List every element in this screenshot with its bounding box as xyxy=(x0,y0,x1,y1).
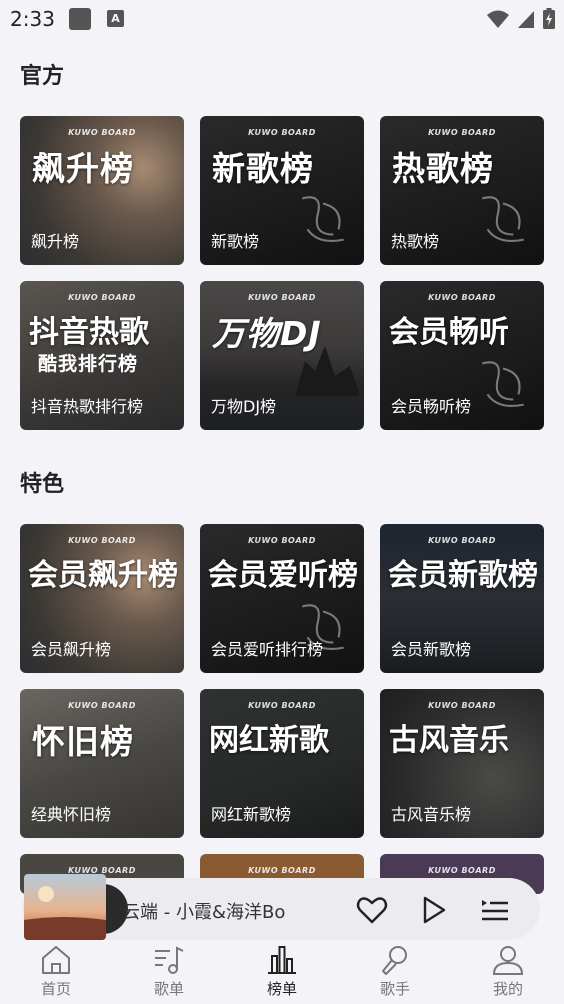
card-title: 会员新歌榜 xyxy=(388,558,538,593)
keyboard-notification-icon: A xyxy=(107,10,124,27)
brand-label: KUWO BOARD xyxy=(68,128,136,137)
chart-card[interactable]: KUWO BOARD 万物DJ 万物DJ榜 xyxy=(200,281,364,430)
brand-label: KUWO BOARD xyxy=(68,701,136,710)
chart-card[interactable]: KUWO BOARD 网红新歌 网红新歌榜 xyxy=(200,689,364,838)
chart-card[interactable]: KUWO BOARD 会员畅听 会员畅听榜 xyxy=(380,281,544,430)
chart-card[interactable]: KUWO BOARD 新歌榜 新歌榜 xyxy=(200,116,364,265)
status-time: 2:33 xyxy=(10,7,55,31)
tab-charts[interactable]: 榜单 xyxy=(242,940,322,1004)
card-title: 热歌榜 xyxy=(392,149,494,188)
tab-home[interactable]: 首页 xyxy=(16,940,96,1004)
tab-playlists[interactable]: 歌单 xyxy=(129,940,209,1004)
notification-icon xyxy=(69,8,91,30)
brand-label: KUWO BOARD xyxy=(68,293,136,302)
chart-card[interactable]: KUWO BOARD 会员飙升榜 会员飙升榜 xyxy=(20,524,184,673)
tab-artists-label: 歌手 xyxy=(379,980,410,998)
card-label: 会员新歌榜 xyxy=(391,640,472,659)
card-title: 网红新歌 xyxy=(209,723,329,758)
brand-label: KUWO BOARD xyxy=(428,701,496,710)
chart-card[interactable]: KUWO BOARD 飙升榜 飙升榜 xyxy=(20,116,184,265)
card-title: 抖音热歌 xyxy=(29,315,149,350)
status-bar: 2:33 A xyxy=(0,0,564,38)
brand-label: KUWO BOARD xyxy=(428,866,496,875)
music-list-icon xyxy=(155,946,184,974)
tab-home-label: 首页 xyxy=(40,980,71,998)
chart-card[interactable]: KUWO BOARD 会员新歌榜 会员新歌榜 xyxy=(380,524,544,673)
card-label: 会员畅听榜 xyxy=(391,397,472,416)
chart-card[interactable]: KUWO BOARD 会员爱听榜 会员爱听排行榜 xyxy=(200,524,364,673)
card-title: 古风音乐 xyxy=(389,723,509,758)
card-title: 会员飙升榜 xyxy=(28,558,178,593)
brand-label: KUWO BOARD xyxy=(248,536,316,545)
chart-card[interactable]: KUWO BOARD 热歌榜 热歌榜 xyxy=(380,116,544,265)
brand-label: KUWO BOARD xyxy=(248,128,316,137)
play-icon[interactable] xyxy=(416,893,450,927)
heart-icon[interactable] xyxy=(355,893,389,927)
card-label: 网红新歌榜 xyxy=(211,805,292,824)
brand-label: KUWO BOARD xyxy=(428,128,496,137)
card-subtitle: 酷我排行榜 xyxy=(38,353,139,375)
tab-playlists-label: 歌单 xyxy=(153,980,184,998)
calligraphy-decoration xyxy=(482,361,524,407)
card-title: 会员畅听 xyxy=(389,315,509,350)
brand-label: KUWO BOARD xyxy=(248,866,316,875)
brand-label: KUWO BOARD xyxy=(248,701,316,710)
card-label: 热歌榜 xyxy=(391,232,440,251)
calligraphy-decoration xyxy=(302,196,344,242)
card-title: 怀旧榜 xyxy=(32,722,134,761)
card-title: 飙升榜 xyxy=(32,149,134,188)
card-label: 新歌榜 xyxy=(211,232,260,251)
microphone-icon xyxy=(382,946,407,975)
tab-profile[interactable]: 我的 xyxy=(468,940,548,1004)
chart-card[interactable]: KUWO BOARD 古风音乐 古风音乐榜 xyxy=(380,689,544,838)
card-label: 飙升榜 xyxy=(31,232,80,251)
card-title: 会员爱听榜 xyxy=(208,558,358,593)
card-label: 会员飙升榜 xyxy=(31,640,112,659)
calligraphy-decoration xyxy=(482,196,524,242)
card-label: 会员爱听排行榜 xyxy=(211,640,324,659)
bottom-tab-bar: 首页 歌单 榜单 歌手 我的 xyxy=(0,940,564,1004)
tab-charts-label: 榜单 xyxy=(266,980,297,998)
mini-player[interactable]: 云端 - 小霞&海洋Bo xyxy=(22,874,540,940)
song-title: 云端 - 小霞&海洋Bo xyxy=(122,902,286,923)
battery-icon xyxy=(543,8,555,29)
card-label: 万物DJ榜 xyxy=(211,397,277,416)
tab-artists[interactable]: 歌手 xyxy=(355,940,435,1004)
section-title-official: 官方 xyxy=(20,64,65,89)
home-icon xyxy=(42,946,70,974)
playlist-icon[interactable] xyxy=(478,893,512,927)
section-title-featured: 特色 xyxy=(20,472,65,497)
card-label: 抖音热歌排行榜 xyxy=(31,397,144,416)
brand-label: KUWO BOARD xyxy=(428,293,496,302)
brand-label: KUWO BOARD xyxy=(428,536,496,545)
chart-bars-icon xyxy=(268,946,296,974)
brand-label: KUWO BOARD xyxy=(248,293,316,302)
sunset-illustration xyxy=(24,886,106,940)
user-icon xyxy=(492,946,524,975)
card-label: 经典怀旧榜 xyxy=(31,805,112,824)
chart-card[interactable]: KUWO BOARD 怀旧榜 经典怀旧榜 xyxy=(20,689,184,838)
signal-icon xyxy=(518,11,534,28)
card-title: 新歌榜 xyxy=(212,149,314,188)
brand-label: KUWO BOARD xyxy=(68,536,136,545)
wifi-icon xyxy=(487,10,509,28)
card-label: 古风音乐榜 xyxy=(391,805,472,824)
chart-card[interactable]: KUWO BOARD 抖音热歌 酷我排行榜 抖音热歌排行榜 xyxy=(20,281,184,430)
album-cover[interactable] xyxy=(24,874,106,940)
island-decoration xyxy=(295,346,360,396)
tab-profile-label: 我的 xyxy=(492,980,523,998)
